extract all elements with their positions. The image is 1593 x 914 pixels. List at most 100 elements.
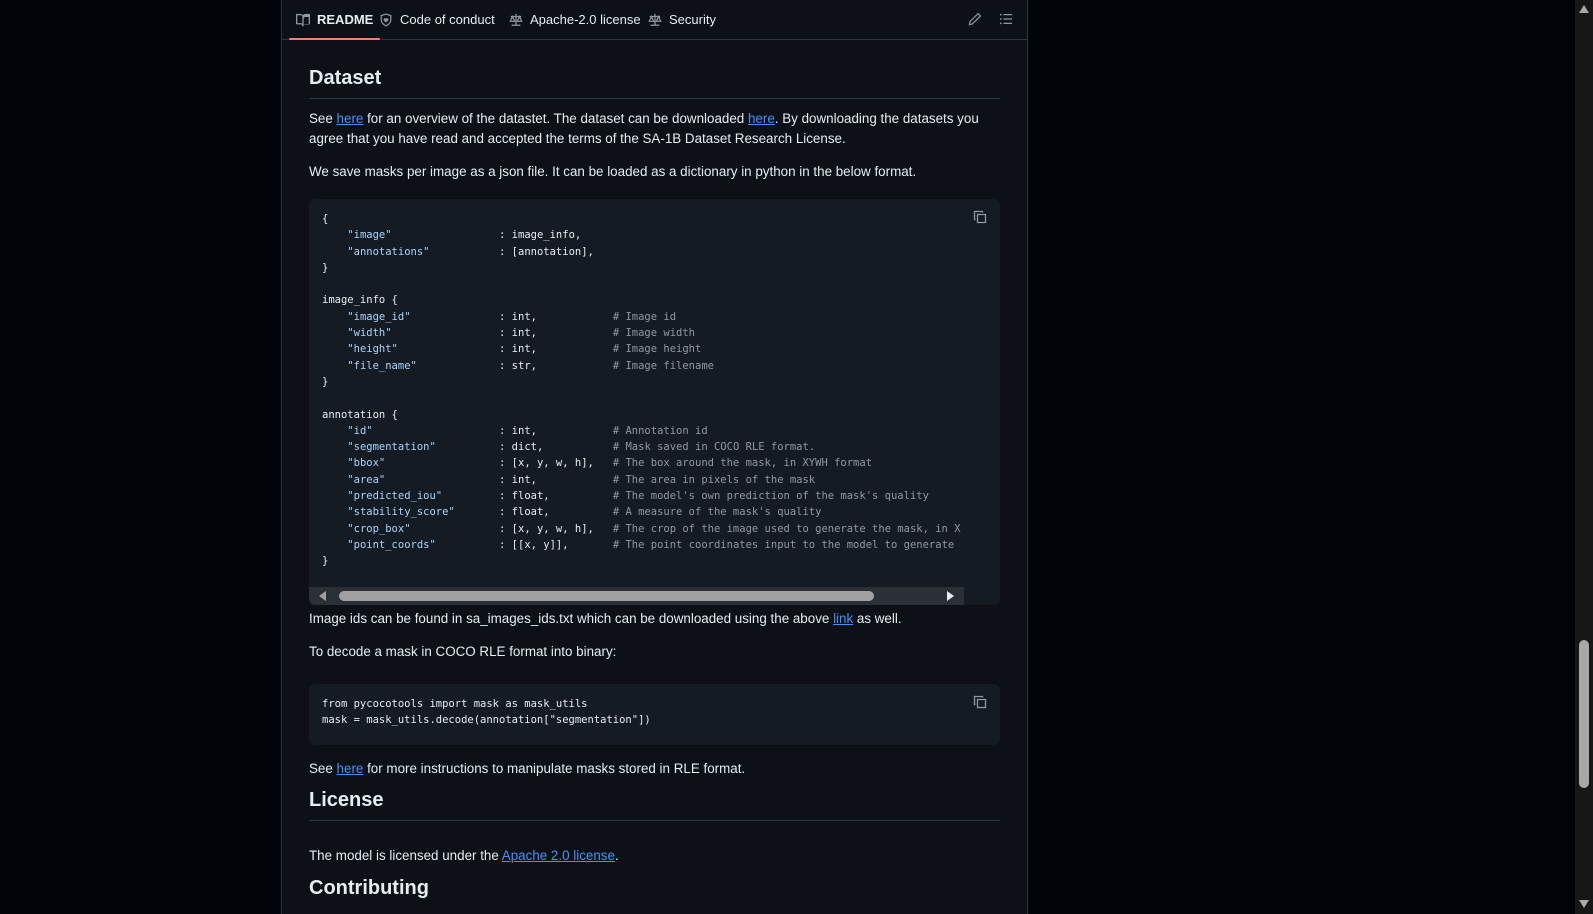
code-value: : dict,: [499, 441, 544, 454]
book-icon: [296, 13, 310, 26]
arrow-left-icon[interactable]: [318, 591, 328, 601]
code-line: {: [322, 213, 329, 225]
code-line: "bbox" : [x, y, w, h], # The box around …: [322, 457, 872, 469]
code-value: : int,: [499, 343, 537, 356]
code-line: "crop_box" : [x, y, w, h], # The crop of…: [322, 522, 961, 535]
code-key: "segmentation": [347, 441, 436, 454]
code-key: "width": [347, 327, 392, 340]
code-value: : float,: [499, 506, 550, 519]
scroll-thumb[interactable]: [1579, 640, 1589, 788]
text-segment: Image ids can be found in sa_images_ids.…: [309, 611, 834, 626]
arrow-up-icon[interactable]: [1579, 5, 1589, 13]
copy-code-button[interactable]: [972, 694, 988, 715]
dataset-heading: Dataset: [309, 67, 1000, 99]
apache-license-link[interactable]: Apache 2.0 license: [502, 848, 615, 863]
tab-security-label: Security: [669, 12, 716, 27]
tab-code-of-conduct[interactable]: Code of conduct: [379, 0, 495, 39]
pencil-icon: [968, 12, 982, 26]
code-key: "file_name": [347, 359, 417, 372]
code-key: "crop_box": [347, 522, 411, 535]
tab-license[interactable]: Apache-2.0 license: [509, 0, 641, 39]
code-comment: # The box around the mask, in XYWH forma…: [612, 457, 873, 470]
outline-button[interactable]: [999, 12, 1013, 31]
text-segment: .: [614, 848, 619, 863]
text-segment: The model is licensed under the: [309, 848, 502, 863]
dataset-intro-paragraph: See here for an overview of the datastet…: [309, 109, 1000, 149]
overview-link[interactable]: here: [337, 111, 364, 126]
decode-code[interactable]: from pycocotools import mask as mask_uti…: [309, 684, 1000, 741]
code-line: "predicted_iou" : float, # The model's o…: [322, 490, 929, 502]
tab-security[interactable]: Security: [648, 0, 716, 39]
code-key: "bbox": [347, 457, 386, 470]
code-key: "image_id": [347, 310, 411, 323]
copy-code-button[interactable]: [972, 209, 988, 230]
arrow-down-icon[interactable]: [1579, 900, 1589, 908]
code-comment: # Image filename: [612, 359, 714, 372]
download-link[interactable]: here: [748, 111, 775, 126]
json-format-paragraph: We save masks per image as a json file. …: [309, 164, 917, 179]
tab-license-label: Apache-2.0 license: [530, 12, 641, 27]
code-key: "id": [347, 424, 373, 437]
code-key: "stability_score": [347, 506, 455, 519]
code-line: "width" : int, # Image width: [322, 327, 695, 339]
code-key: "point_coords": [347, 538, 436, 551]
page-vertical-scrollbar[interactable]: [1575, 0, 1593, 914]
code-value: : int,: [499, 424, 537, 437]
code-key: "annotations": [347, 245, 430, 258]
text-segment: See: [309, 761, 337, 776]
code-key: "image": [347, 229, 392, 242]
arrow-right-icon[interactable]: [945, 591, 955, 601]
code-value: : image_info,: [499, 229, 582, 242]
code-comment: # Mask saved in COCO RLE format.: [612, 441, 816, 454]
tab-code-of-conduct-label: Code of conduct: [400, 12, 495, 27]
rle-instructions-link[interactable]: here: [337, 761, 364, 776]
code-line: image_info {: [322, 294, 398, 307]
code-key: "area": [347, 473, 386, 486]
code-line: from pycocotools import mask as mask_uti…: [322, 698, 588, 710]
code-horizontal-scrollbar[interactable]: [309, 587, 964, 605]
scroll-thumb[interactable]: [339, 591, 874, 601]
code-line: }: [322, 555, 329, 568]
code-line: }: [322, 261, 329, 274]
code-key: "height": [347, 343, 398, 356]
tab-readme[interactable]: README: [288, 0, 381, 40]
heart-shield-icon: [380, 12, 392, 27]
tab-readme-label: README: [317, 12, 374, 27]
copy-icon: [973, 695, 987, 709]
code-value: : [x, y, w, h],: [499, 457, 594, 470]
code-line: "id" : int, # Annotation id: [322, 424, 707, 437]
license-paragraph: The model is licensed under the Apache 2…: [309, 846, 1000, 866]
code-line: annotation {: [322, 408, 398, 421]
readme-panel: README Code of conduct Apache-2.0 licens…: [281, 0, 1028, 914]
code-line: "area" : int, # The area in pixels of th…: [322, 474, 815, 486]
text-segment: for an overview of the datastet. The dat…: [363, 111, 748, 126]
image-ids-link[interactable]: link: [833, 611, 853, 626]
rle-instructions-paragraph: See here for more instructions to manipu…: [309, 759, 1000, 779]
code-comment: # The area in pixels of the mask: [612, 473, 816, 486]
json-format-code[interactable]: { "image" : image_info, "annotations" : …: [309, 199, 1000, 582]
license-heading: License: [309, 789, 1000, 821]
code-value: : int,: [499, 310, 537, 323]
text-segment: for more instructions to manipulate mask…: [363, 761, 746, 776]
list-icon: [999, 13, 1013, 25]
code-comment: # The crop of the image used to generate…: [612, 522, 961, 535]
image-ids-paragraph: Image ids can be found in sa_images_ids.…: [309, 609, 1000, 629]
code-line: "image" : image_info,: [322, 229, 581, 241]
code-line: "segmentation" : dict, # Mask saved in C…: [322, 441, 815, 453]
code-line: "annotations" : [annotation],: [322, 246, 594, 258]
copy-icon: [973, 210, 987, 224]
code-value: : [x, y, w, h],: [499, 522, 594, 535]
code-comment: # The point coordinates input to the mod…: [612, 538, 955, 551]
json-format-code-block: { "image" : image_info, "annotations" : …: [309, 199, 1000, 605]
law-icon: [648, 13, 662, 26]
code-value: : int,: [499, 473, 537, 486]
contributing-heading: Contributing: [309, 877, 429, 899]
code-comment: # A measure of the mask's quality: [612, 506, 822, 519]
code-line: }: [322, 375, 329, 388]
edit-button[interactable]: [968, 12, 982, 31]
text-segment: as well.: [853, 611, 902, 626]
code-value: : [annotation],: [499, 245, 594, 258]
code-comment: # Image id: [612, 310, 677, 323]
code-value: : [[x, y]],: [499, 538, 569, 551]
code-value: : float,: [499, 490, 550, 503]
